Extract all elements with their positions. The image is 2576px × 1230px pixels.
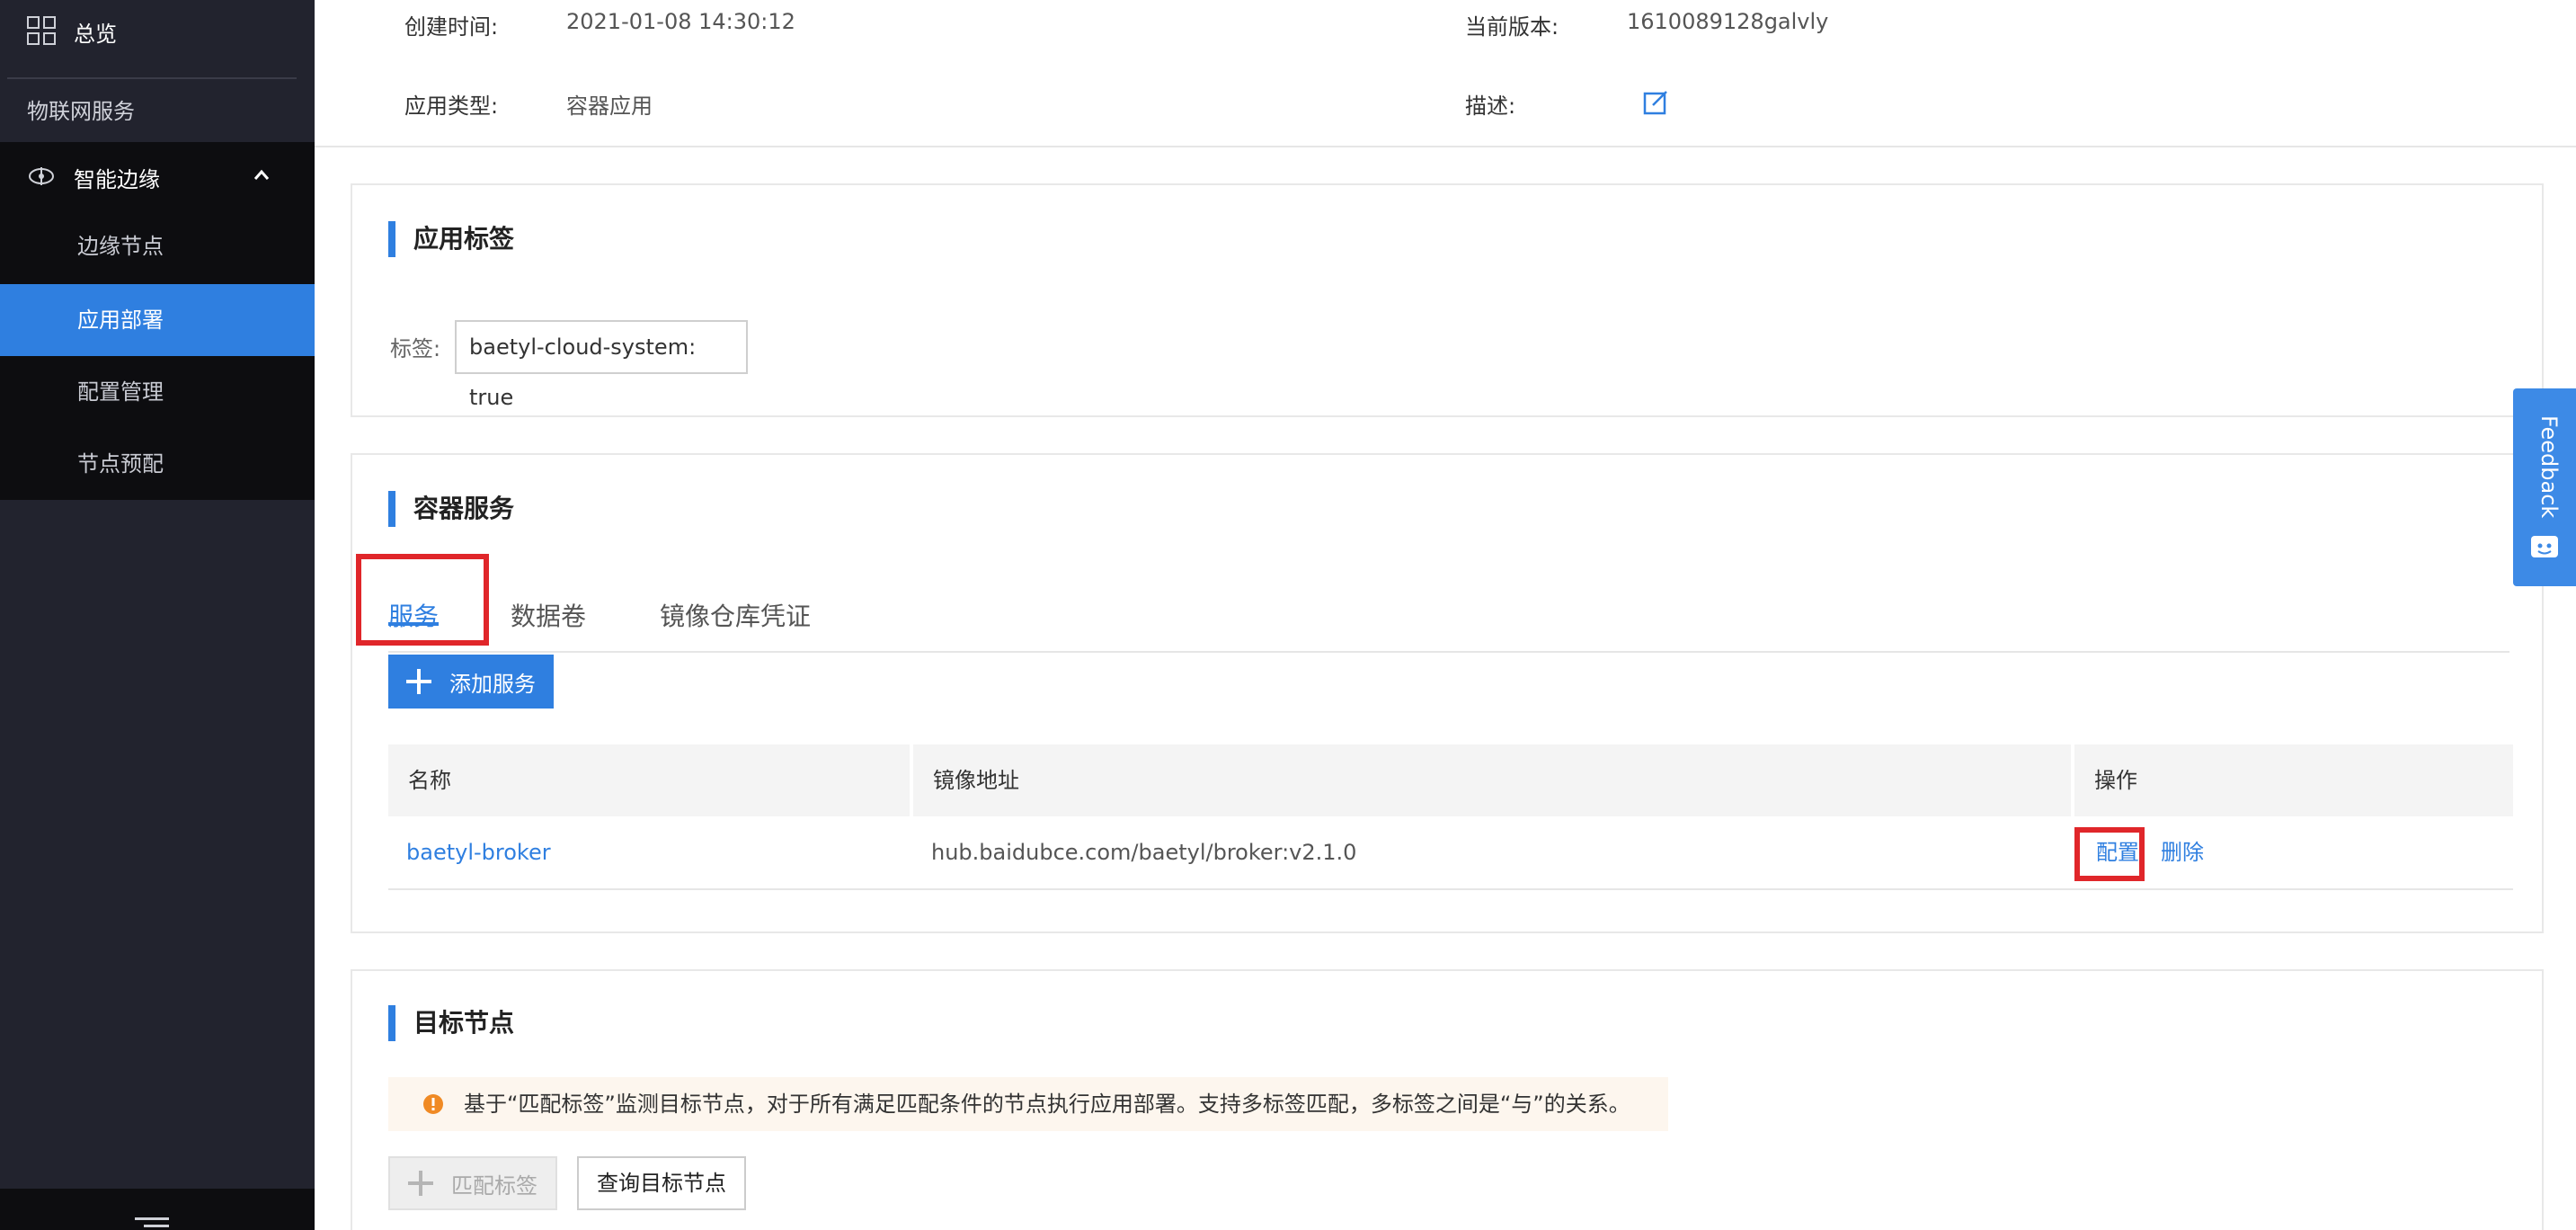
container-service-title: 容器服务: [388, 491, 514, 527]
service-tabs: 服务 数据卷 镜像仓库凭证: [388, 590, 2509, 653]
highlight-box-configure: [2074, 827, 2145, 881]
sidebar: 总览 物联网服务 智能边缘 边缘节点 应用部署 配置管理 节点预配: [0, 0, 315, 1230]
current-version-label: 当前版本:: [1465, 14, 1559, 40]
edge-icon: [29, 167, 54, 185]
sidebar-group-label: 智能边缘: [74, 167, 160, 192]
app-type-label: 应用类型:: [404, 94, 499, 119]
sidebar-group-intelligent-edge: 智能边缘 边缘节点 应用部署 配置管理 节点预配: [0, 142, 315, 500]
created-time-label: 创建时间:: [404, 14, 499, 40]
app-tags-card: 应用标签 标签: baetyl-cloud-system: true: [351, 183, 2544, 417]
sidebar-item-node-provisioning[interactable]: 节点预配: [0, 428, 315, 500]
service-image-address: hub.baidubce.com/baetyl/broker:v2.1.0: [931, 840, 1357, 865]
sidebar-group-header[interactable]: 智能边缘: [0, 142, 315, 210]
query-target-nodes-button[interactable]: 查询目标节点: [577, 1156, 746, 1210]
feedback-tab[interactable]: Feedback: [2513, 388, 2576, 586]
warning-icon: [423, 1094, 443, 1114]
table-row-divider: [388, 888, 2513, 890]
app-type-value: 容器应用: [566, 94, 653, 119]
chevron-up-icon[interactable]: [252, 165, 271, 185]
match-tags-button[interactable]: 匹配标签: [388, 1156, 557, 1210]
main-content: 创建时间: 2021-01-08 14:30:12 当前版本: 16100891…: [315, 0, 2576, 1230]
created-time-value: 2021-01-08 14:30:12: [566, 9, 795, 34]
services-table: 名称 镜像地址 操作 baetyl-broker hub.baidubce.co…: [388, 744, 2513, 890]
tag-chip: baetyl-cloud-system: true: [455, 320, 748, 410]
plus-icon: [406, 669, 431, 694]
column-header-name: 名称: [388, 744, 910, 816]
collapse-menu-icon[interactable]: [135, 1216, 169, 1230]
sidebar-item-config-management[interactable]: 配置管理: [0, 356, 315, 428]
current-version-value: 1610089128galvly: [1627, 9, 1829, 34]
container-service-card: 容器服务 服务 数据卷 镜像仓库凭证 添加服务 名称 镜像地址 操作 baety…: [351, 453, 2544, 933]
tag-label: 标签:: [390, 336, 441, 361]
chat-icon: [2531, 536, 2558, 557]
add-service-label: 添加服务: [449, 671, 536, 697]
description-label: 描述:: [1465, 94, 1516, 119]
notice-text: 基于“匹配标签”监测目标节点，对于所有满足匹配条件的节点执行应用部署。支持多标签…: [464, 1092, 1630, 1117]
target-nodes-title: 目标节点: [388, 1005, 514, 1041]
grid-icon: [27, 16, 56, 45]
sidebar-item-edge-nodes[interactable]: 边缘节点: [0, 210, 315, 282]
service-name-link[interactable]: baetyl-broker: [388, 816, 910, 888]
app-tags-title: 应用标签: [388, 221, 514, 257]
sidebar-item-iot-services[interactable]: 物联网服务: [27, 94, 135, 125]
sidebar-footer: [0, 1189, 315, 1230]
tab-volumes[interactable]: 数据卷: [511, 590, 586, 653]
add-service-button[interactable]: 添加服务: [388, 655, 554, 709]
feedback-label: Feedback: [2536, 415, 2562, 519]
highlight-box-services-tab: [356, 554, 489, 646]
sidebar-item-app-deploy[interactable]: 应用部署: [0, 284, 315, 356]
delete-link[interactable]: 删除: [2161, 816, 2204, 888]
sidebar-overview-label: 总览: [74, 22, 117, 47]
column-header-actions: 操作: [2074, 744, 2513, 816]
info-divider: [315, 146, 2576, 147]
sidebar-divider: [7, 77, 297, 79]
tab-registry-credentials[interactable]: 镜像仓库凭证: [660, 590, 811, 653]
target-nodes-notice: 基于“匹配标签”监测目标节点，对于所有满足匹配条件的节点执行应用部署。支持多标签…: [388, 1077, 1668, 1131]
match-tags-label: 匹配标签: [451, 1172, 537, 1199]
sidebar-item-overview[interactable]: 总览: [0, 0, 315, 63]
edit-icon[interactable]: [1643, 90, 1668, 115]
column-header-image: 镜像地址: [913, 744, 2071, 816]
plus-icon: [408, 1171, 433, 1196]
target-nodes-card: 目标节点 基于“匹配标签”监测目标节点，对于所有满足匹配条件的节点执行应用部署。…: [351, 969, 2544, 1230]
